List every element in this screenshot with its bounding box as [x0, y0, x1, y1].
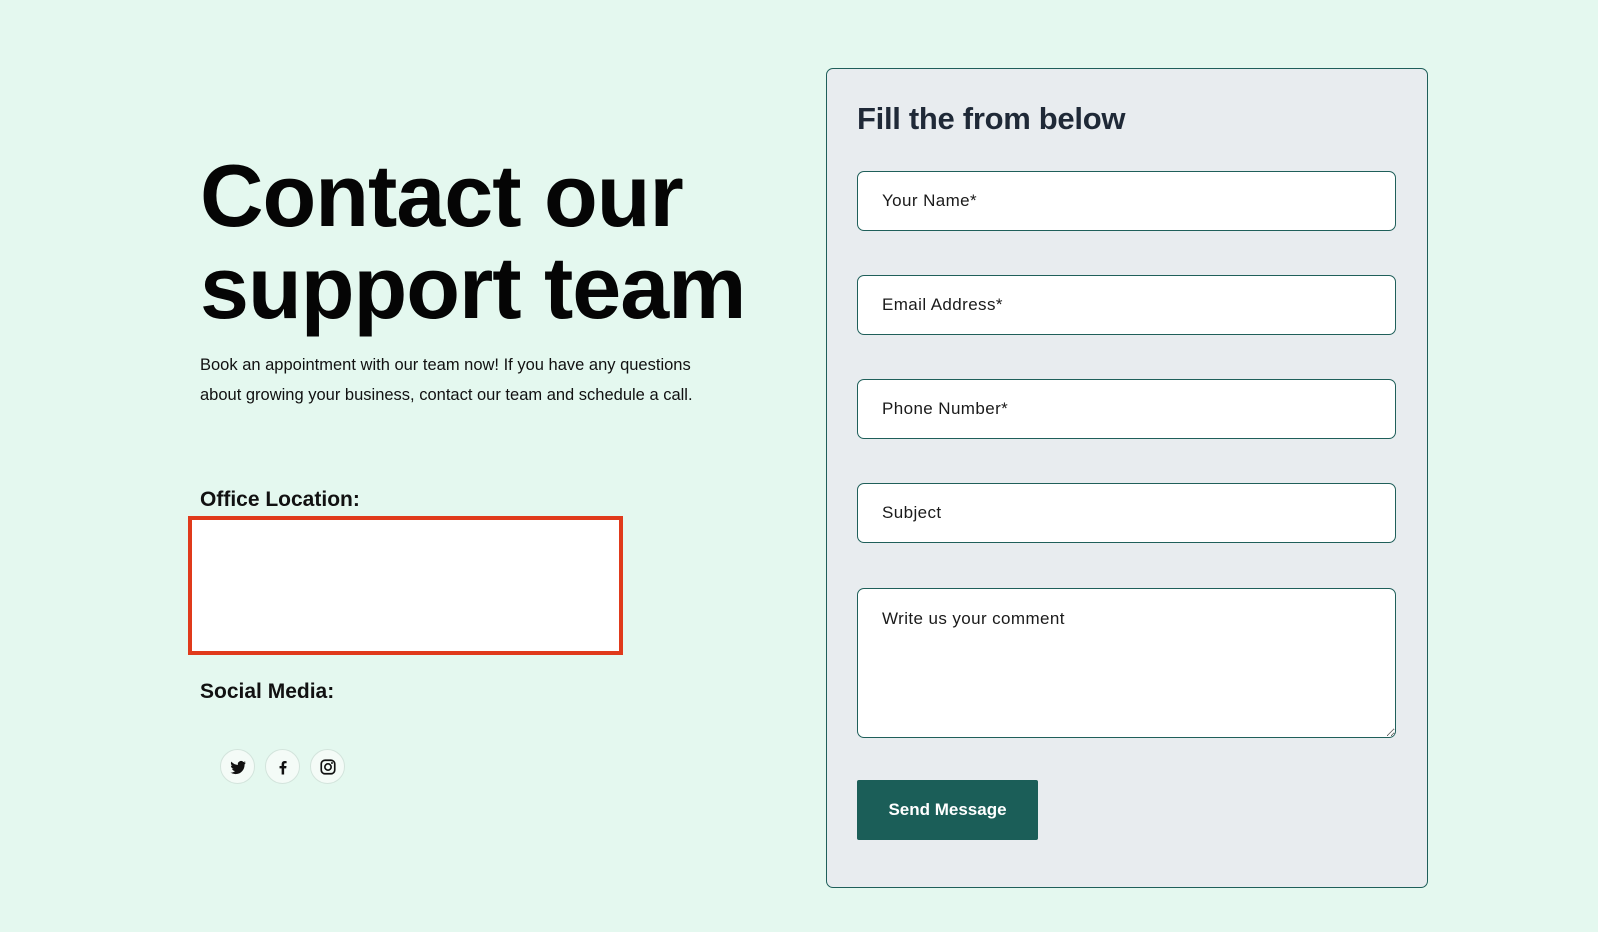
social-links	[220, 749, 345, 784]
intro-text: Book an appointment with our team now! I…	[200, 356, 693, 404]
page-title: Contact our support team	[200, 150, 810, 334]
comment-field[interactable]	[857, 588, 1396, 738]
send-message-button[interactable]: Send Message	[857, 780, 1038, 840]
office-location-map[interactable]	[188, 516, 623, 655]
social-media-label: Social Media:	[200, 680, 335, 703]
page-title-line-1: Contact our	[200, 146, 684, 245]
email-field[interactable]	[857, 275, 1396, 335]
form-title: Fill the from below	[857, 101, 1126, 136]
twitter-icon	[230, 760, 246, 774]
office-location-label: Office Location:	[200, 488, 360, 511]
facebook-link[interactable]	[265, 749, 300, 784]
instagram-link[interactable]	[310, 749, 345, 784]
page-title-line-2: support team	[200, 238, 746, 337]
facebook-icon	[279, 760, 287, 774]
twitter-link[interactable]	[220, 749, 255, 784]
name-field[interactable]	[857, 171, 1396, 231]
instagram-icon	[319, 758, 336, 775]
subject-field[interactable]	[857, 483, 1396, 543]
phone-field[interactable]	[857, 379, 1396, 439]
contact-form: Fill the from below Send Message	[826, 68, 1428, 888]
